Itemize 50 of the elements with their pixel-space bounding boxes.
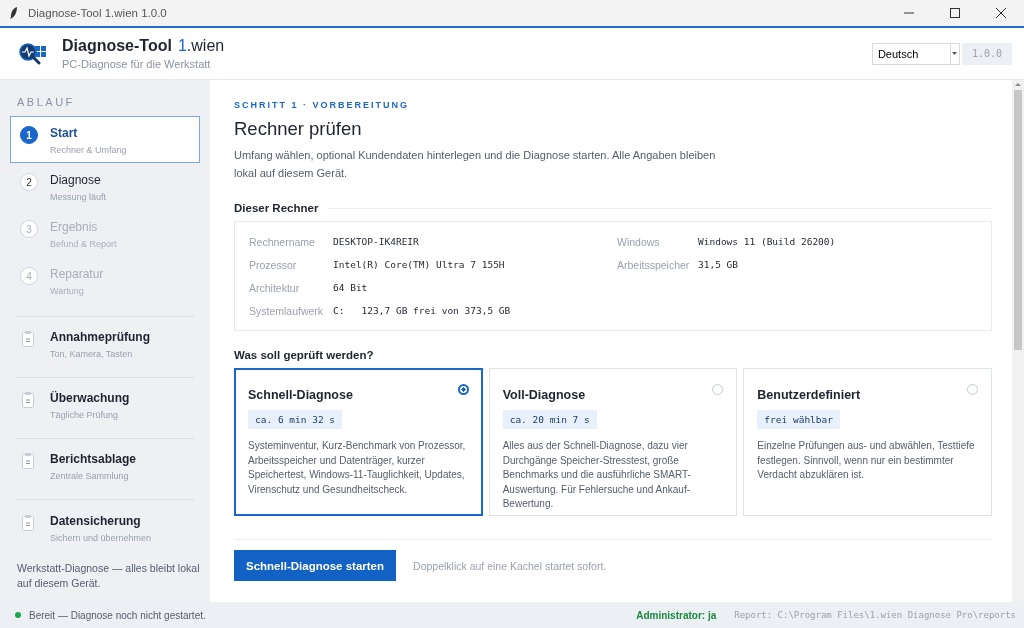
field-value: 64 Bit bbox=[333, 282, 368, 294]
tool-item[interactable]: Annahmeprüfung Ton, Kamera, Tasten bbox=[10, 316, 200, 378]
step-item[interactable]: 1 Start Rechner & Umfang bbox=[10, 116, 200, 163]
feather-icon bbox=[10, 7, 18, 19]
field-value: DESKTOP-IK4REIR bbox=[333, 236, 419, 248]
app-name: Diagnose-Tool bbox=[62, 37, 172, 55]
close-icon bbox=[996, 8, 1006, 18]
step-label: SCHRITT 1 · VORBEREITUNG bbox=[234, 100, 410, 110]
hint-text: Doppelklick auf eine Kachel startet sofort. bbox=[413, 559, 607, 572]
clipboard-icon bbox=[22, 453, 34, 470]
report-path: Report: C:\Program Files\1.wien Diagnose Pro\reports bbox=[734, 610, 1016, 620]
clipboard-icon bbox=[22, 331, 34, 348]
intro-text: Umfang wählen, optional Kundendaten hinterlegen und die Diagnose starten. Alle Angaben bleiben lokal auf diesem Gerät. bbox=[234, 148, 717, 181]
caret-icon bbox=[952, 52, 958, 55]
window-title: Diagnose-Tool 1.wien 1.0.0 bbox=[28, 7, 167, 19]
option-card[interactable]: Benutzerdefiniert frei wählbar Einzelne Prüfungen aus- und abwählen, Testtiefe festlegen. Sinnvoll, wenn nur ein bestimmter Verdacht abzuklären ist. bbox=[743, 368, 992, 517]
field-value: C: 123,7 GB frei von 373,5 GB bbox=[333, 305, 511, 317]
section-heading: Dieser Rechner bbox=[234, 202, 319, 215]
page-title: Rechner prüfen bbox=[234, 118, 363, 140]
version-badge: 1.0.0 bbox=[961, 42, 1012, 65]
app-subtitle: PC-Diagnose für die Werkstatt bbox=[62, 58, 212, 70]
clipboard-icon bbox=[22, 392, 34, 409]
option-card[interactable]: Voll-Diagnose ca. 20 min 7 s Alles aus der Schnell-Diagnose, dazu vier Durchgänge Speicher-Stresstest, große Benchmarks und die ausführliche SMART-Auswertung. Für Fehlersuche und Ankauf-Bewertung. bbox=[488, 368, 738, 517]
section-heading: Was soll geprüft werden? bbox=[234, 349, 375, 362]
admin-status: Administrator: ja bbox=[636, 609, 717, 621]
field-label: Rechnername bbox=[249, 235, 316, 248]
start-button[interactable]: Schnell-Diagnose starten bbox=[234, 550, 397, 582]
sidebar-footer: Werkstatt-Diagnose — alles bleibt lokal auf diesem Gerät. bbox=[17, 560, 200, 592]
step-item[interactable]: 2 Diagnose Messung läuft bbox=[10, 163, 200, 210]
status-text: Bereit — Diagnose noch nicht gestartet. bbox=[29, 609, 206, 621]
tool-item[interactable]: Berichtsablage Zentrale Sammlung bbox=[10, 438, 200, 500]
clipboard-icon bbox=[22, 514, 34, 531]
logo-icon bbox=[18, 41, 48, 66]
tool-item[interactable]: Überwachung Tägliche Prüfung bbox=[10, 377, 200, 439]
maximize-icon bbox=[950, 8, 960, 18]
sidebar-heading: ABLAUF bbox=[17, 96, 76, 108]
field-value: Intel(R) Core(TM) Ultra 7 155H bbox=[333, 259, 505, 271]
field-label: Arbeitsspeicher bbox=[617, 258, 691, 271]
radio-button[interactable] bbox=[457, 383, 469, 395]
option-card[interactable]: Schnell-Diagnose ca. 6 min 32 s Systeminventur, Kurz-Benchmark von Prozessor, Arbeitsspeicher und Datenträger, kurzer Speichertest, Windows-11-Tauglichkeit, Updates, Virenschutz und Gesundheitscheck. bbox=[234, 368, 483, 517]
field-label: Systemlaufwerk bbox=[249, 304, 325, 317]
tool-item[interactable]: Datensicherung Sichern und übernehmen bbox=[10, 499, 200, 561]
field-label: Prozessor bbox=[249, 258, 298, 271]
status-dot bbox=[15, 612, 21, 618]
field-label: Windows bbox=[617, 235, 661, 248]
language-dropdown[interactable]: Deutsch bbox=[871, 42, 960, 65]
field-value: Windows 11 (Build 26200) bbox=[698, 236, 836, 248]
brand-name: 1.wien bbox=[177, 37, 225, 55]
field-value: 31,5 GB bbox=[698, 259, 739, 271]
field-label: Architektur bbox=[249, 281, 301, 294]
